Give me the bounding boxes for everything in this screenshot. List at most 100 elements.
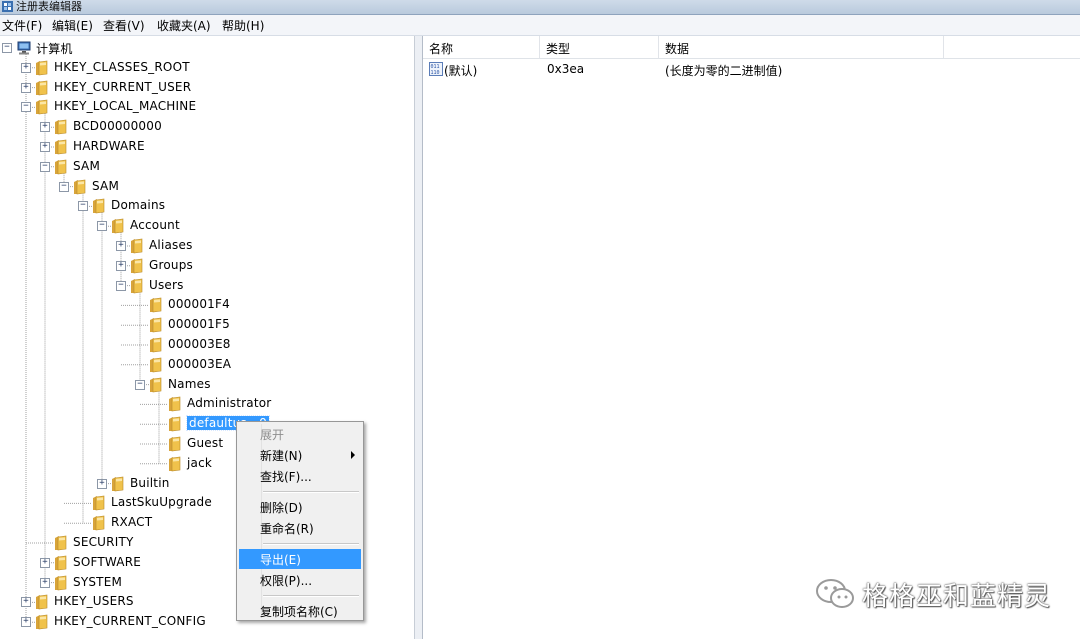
tree-item[interactable]: 000001F5 (0, 316, 414, 334)
tree-item-label: 000003EA (168, 356, 232, 371)
context-menu-item[interactable]: 查找(F)... (239, 466, 361, 486)
menu-edit[interactable]: 编辑(E) (51, 17, 94, 34)
expand-plus-icon[interactable]: + (40, 122, 50, 133)
tree-item[interactable]: − Names (0, 376, 414, 394)
tree-item-label: HKEY_CURRENT_CONFIG (54, 614, 206, 629)
tree-item-label: HKEY_CURRENT_USER (54, 79, 192, 94)
tree-item-label: 000003E8 (168, 337, 231, 351)
menu-view[interactable]: 查看(V) (102, 17, 146, 34)
context-menu-separator (263, 543, 359, 545)
svg-text:110: 110 (431, 70, 440, 76)
folder-icon (55, 575, 67, 590)
tree-item[interactable]: 000001F4 (0, 296, 414, 314)
context-menu-item[interactable]: 删除(D) (239, 497, 361, 517)
column-header-type[interactable]: 类型 (540, 36, 659, 58)
tree-item-label: RXACT (111, 515, 153, 530)
tree-item[interactable]: + HKEY_CLASSES_ROOT (0, 59, 414, 77)
expand-plus-icon[interactable]: + (40, 142, 50, 152)
tree-item[interactable]: + HKEY_CURRENT_USER (0, 79, 414, 97)
tree-item-label: Names (168, 376, 211, 391)
tree-item[interactable]: 000003E8 (0, 336, 414, 354)
tree-item-label: SAM (92, 178, 120, 193)
tree-item-label: Users (149, 277, 184, 292)
collapse-minus-icon[interactable]: − (21, 102, 31, 113)
collapse-minus-icon[interactable]: − (135, 379, 145, 390)
expand-plus-icon[interactable]: + (116, 241, 126, 251)
context-menu-separator (263, 491, 359, 493)
folder-icon (169, 456, 181, 472)
tree-item-label: HARDWARE (73, 139, 145, 153)
watermark: 格格巫和蓝精灵 (814, 574, 1074, 614)
tree-item[interactable]: Administrator (0, 395, 414, 413)
tree-item[interactable]: − Domains (0, 197, 414, 215)
expand-plus-icon[interactable]: + (21, 82, 31, 93)
tree-item[interactable]: − SAM (0, 178, 414, 196)
folder-icon (131, 238, 143, 254)
menu-help[interactable]: 帮助(H) (221, 17, 265, 34)
tree-item[interactable]: 000003EA (0, 356, 414, 374)
tree-item-label: 计算机 (36, 42, 73, 56)
tree-item[interactable]: + BCD00000000 (0, 118, 414, 136)
context-menu-item[interactable]: 复制项名称(C) (239, 601, 361, 621)
value-data: (长度为零的二进制值) (665, 64, 783, 78)
expand-plus-icon[interactable]: + (40, 577, 50, 588)
column-header-data[interactable]: 数据 (659, 36, 944, 58)
expand-plus-icon[interactable]: + (40, 557, 50, 568)
context-menu-item-label: 重命名(R) (260, 522, 314, 536)
folder-icon (150, 337, 162, 353)
tree-item[interactable]: + Groups (0, 257, 414, 275)
tree-item[interactable]: − SAM (0, 158, 414, 176)
collapse-minus-icon[interactable]: − (59, 181, 69, 192)
expand-plus-icon[interactable]: + (116, 260, 126, 271)
folder-icon (55, 139, 67, 155)
values-list[interactable]: 名称 类型 数据 011 110 (默认) 0x3ea (长度为零的二进制值) (423, 36, 1080, 639)
context-menu-item: 展开 (239, 424, 361, 444)
collapse-minus-icon[interactable]: − (116, 280, 126, 291)
context-menu-item[interactable]: 权限(P)... (239, 570, 361, 590)
tree-item[interactable]: − Users (0, 277, 414, 295)
folder-icon (36, 60, 48, 76)
tree-item-label: SOFTWARE (73, 554, 142, 569)
tree-item[interactable]: − Account (0, 217, 414, 235)
context-menu-item[interactable]: 重命名(R) (239, 518, 361, 538)
folder-icon (150, 357, 162, 373)
pane-splitter[interactable] (415, 36, 423, 639)
tree-item-label: Aliases (149, 238, 193, 252)
tree-item-label: Domains (111, 198, 166, 213)
tree-item[interactable]: − 计算机 (0, 39, 414, 57)
collapse-minus-icon[interactable]: − (40, 161, 50, 172)
expand-plus-icon[interactable]: + (21, 62, 31, 73)
folder-icon (131, 278, 143, 293)
list-row[interactable]: 011 110 (默认) 0x3ea (长度为零的二进制值) (423, 61, 1080, 79)
context-menu-item-label: 权限(P)... (260, 574, 313, 588)
list-header: 名称 类型 数据 (423, 36, 1080, 59)
tree-item-label: Guest (187, 436, 224, 450)
collapse-minus-icon[interactable]: − (97, 221, 107, 232)
collapse-minus-icon[interactable]: − (2, 43, 12, 53)
context-menu: 展开 新建(N) 查找(F)... 删除(D) 重命名(R) 导出(E) 权限(P)... 复… (236, 421, 364, 621)
context-menu-item[interactable]: 新建(N) (239, 445, 361, 465)
collapse-minus-icon[interactable]: − (78, 201, 88, 212)
tree-item-label: HKEY_LOCAL_MACHINE (54, 99, 197, 114)
tree-item-label: Administrator (187, 396, 272, 411)
tree-item-label: Groups (149, 257, 193, 272)
tree-item[interactable]: + Aliases (0, 237, 414, 255)
context-menu-item-label: 导出(E) (260, 553, 301, 567)
folder-icon (169, 436, 181, 452)
menu-file[interactable]: 文件(F) (1, 17, 43, 34)
context-menu-item[interactable]: 导出(E) (239, 549, 361, 569)
folder-icon (36, 614, 48, 630)
folder-icon (150, 317, 162, 333)
folder-icon (112, 476, 124, 491)
menu-favorites[interactable]: 收藏夹(A) (156, 17, 212, 34)
folder-icon (150, 298, 162, 313)
tree-item[interactable]: + HARDWARE (0, 138, 414, 156)
context-menu-item-label: 删除(D) (260, 501, 303, 515)
column-header-name[interactable]: 名称 (423, 36, 540, 58)
value-type: 0x3ea (547, 62, 585, 76)
title-bar: 注册表编辑器 (0, 0, 1080, 15)
tree-item[interactable]: − HKEY_LOCAL_MACHINE (0, 98, 414, 116)
expand-plus-icon[interactable]: + (21, 617, 31, 628)
expand-plus-icon[interactable]: + (21, 597, 31, 608)
expand-plus-icon[interactable]: + (97, 478, 107, 489)
